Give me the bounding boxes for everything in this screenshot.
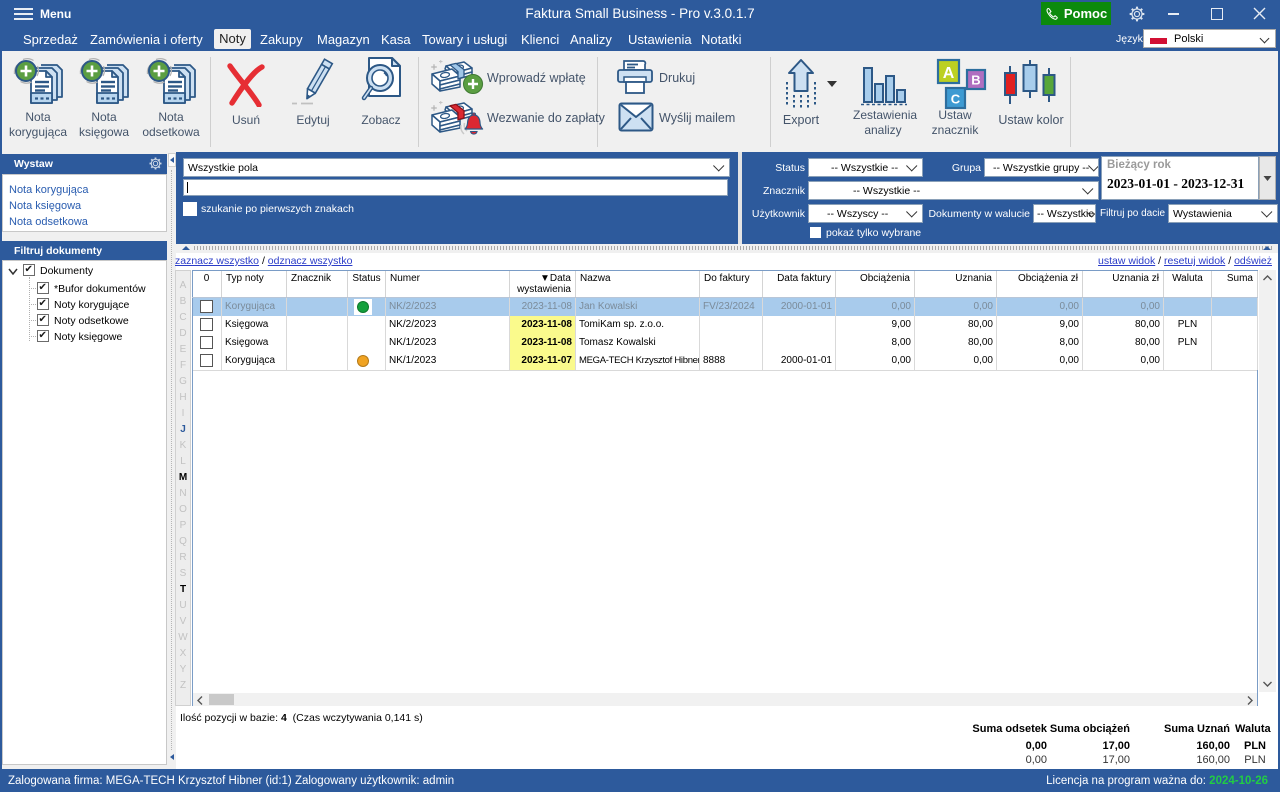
svg-text:A: A [943,65,955,82]
svg-text:B: B [971,73,980,88]
svg-text:C: C [951,92,961,107]
